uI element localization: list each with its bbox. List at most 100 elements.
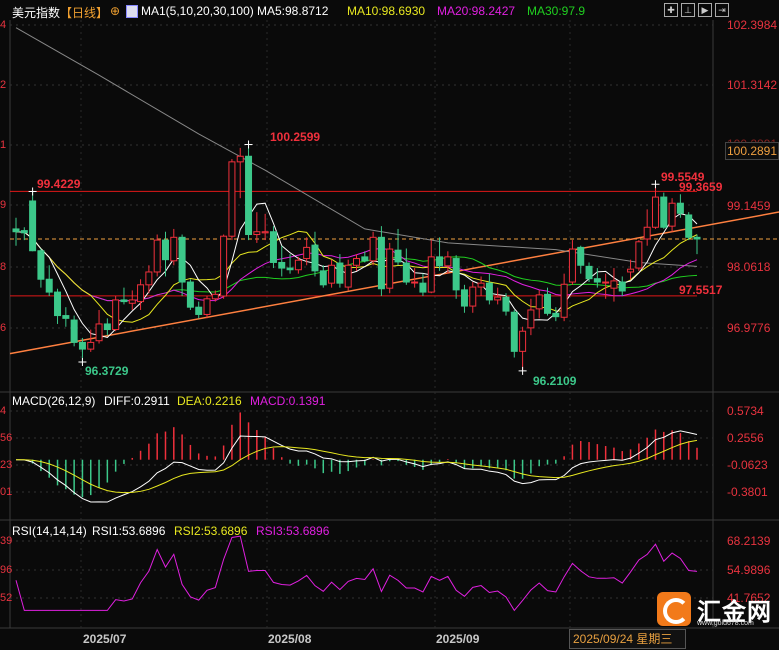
candle-down bbox=[676, 202, 684, 214]
candle-down bbox=[593, 278, 601, 283]
macd-dea: DEA:0.2216 bbox=[177, 394, 242, 408]
logo-icon bbox=[657, 592, 691, 626]
candle-down bbox=[685, 214, 693, 238]
candle-down bbox=[377, 236, 385, 290]
price-axis-label: 101.3142 bbox=[727, 78, 778, 92]
candle-up bbox=[444, 256, 452, 267]
candle-up bbox=[519, 330, 527, 352]
candle-down bbox=[361, 256, 369, 262]
candle-up bbox=[170, 236, 178, 262]
chart-canvas[interactable] bbox=[0, 0, 779, 650]
logo-url: www.gold678.com bbox=[697, 620, 754, 627]
candle-down bbox=[577, 246, 585, 266]
candle-up bbox=[95, 323, 103, 342]
candle-up bbox=[236, 155, 244, 163]
left-axis-fragment: 1 bbox=[0, 139, 7, 151]
candle-up bbox=[610, 280, 618, 289]
candle-down bbox=[178, 236, 186, 283]
ma100-line bbox=[15, 27, 698, 267]
rsi-line bbox=[15, 535, 698, 612]
candle-up bbox=[651, 196, 659, 228]
left-axis-fragment: 4 bbox=[0, 19, 7, 31]
level-annotation: 97.5517 bbox=[679, 283, 723, 297]
left-axis-fragment: 39 bbox=[0, 535, 13, 547]
candle-up bbox=[369, 236, 377, 262]
price-axis-label: 99.1459 bbox=[727, 199, 771, 213]
rsi-title: RSI(14,14,14) bbox=[12, 524, 87, 538]
date-axis-label: 2025/08 bbox=[268, 632, 312, 646]
candle-up bbox=[469, 286, 477, 307]
price-axis-label: 98.0618 bbox=[727, 260, 771, 274]
rsi1-value: RSI1:53.6896 bbox=[92, 524, 166, 538]
macd-axis-label: 0.2556 bbox=[727, 431, 764, 445]
candle-up bbox=[411, 281, 419, 284]
macd-axis-label: -0.0623 bbox=[727, 458, 768, 472]
left-axis-fragment: 52 bbox=[0, 592, 13, 604]
candle-down bbox=[319, 270, 327, 286]
candle-up bbox=[627, 268, 635, 273]
price-axis-label: 96.9776 bbox=[727, 321, 771, 335]
candle-up bbox=[112, 299, 120, 331]
candle-up bbox=[145, 271, 153, 286]
candle-up bbox=[527, 309, 535, 329]
candle-down bbox=[78, 341, 86, 350]
macd-value: MACD:0.1391 bbox=[250, 394, 326, 408]
candle-up bbox=[494, 296, 502, 301]
candle-down bbox=[245, 155, 253, 236]
candle-up bbox=[386, 248, 394, 289]
candle-down bbox=[311, 244, 319, 272]
left-axis-fragment: 4 bbox=[0, 405, 7, 417]
candle-up bbox=[477, 282, 485, 288]
macd-axis-label: -0.3801 bbox=[727, 485, 768, 499]
left-axis-fragment: 96 bbox=[0, 564, 13, 576]
candle-up bbox=[211, 293, 219, 300]
candle-down bbox=[544, 293, 552, 314]
candle-down bbox=[278, 261, 286, 269]
candle-down bbox=[37, 250, 45, 280]
level-annotation: 99.3659 bbox=[679, 180, 723, 194]
gold678-logo: 汇金网 www.gold678.com bbox=[657, 592, 779, 628]
candle-up bbox=[128, 299, 136, 304]
candle-down bbox=[402, 262, 410, 283]
candle-down bbox=[45, 278, 53, 293]
extreme-marker bbox=[244, 140, 253, 149]
candle-down bbox=[336, 262, 344, 284]
candle-down bbox=[62, 315, 70, 319]
candle-up bbox=[560, 283, 568, 318]
candle-up bbox=[253, 231, 261, 236]
left-axis-fragment: 23 bbox=[0, 459, 13, 471]
candle-down bbox=[161, 239, 169, 261]
candle-down bbox=[394, 249, 402, 263]
candle-down bbox=[54, 291, 62, 317]
candle-down bbox=[452, 258, 460, 291]
candle-down bbox=[103, 323, 111, 331]
left-axis-fragment: 56 bbox=[0, 432, 13, 444]
extreme-marker bbox=[651, 180, 660, 189]
left-axis-fragment: 8 bbox=[0, 261, 7, 273]
candle-up bbox=[303, 246, 311, 260]
cursor-date-label: 2025/09/24 星期三 bbox=[569, 629, 686, 649]
date-axis-label: 2025/07 bbox=[83, 632, 127, 646]
candle-down bbox=[269, 231, 277, 263]
candle-down bbox=[286, 267, 294, 271]
low-annotation: 96.3729 bbox=[85, 364, 129, 378]
candle-up bbox=[153, 239, 161, 273]
candle-up bbox=[344, 264, 352, 288]
candle-down bbox=[693, 236, 701, 240]
rsi-axis-label: 68.2139 bbox=[727, 534, 771, 548]
candle-up bbox=[137, 284, 145, 303]
candle-down bbox=[436, 256, 444, 267]
candle-up bbox=[568, 248, 576, 283]
rsi2-value: RSI2:53.6896 bbox=[174, 524, 248, 538]
rsi3-value: RSI3:53.6896 bbox=[256, 524, 330, 538]
left-axis-fragment: 9 bbox=[0, 199, 7, 211]
candle-up bbox=[668, 202, 676, 227]
left-axis-fragment: 6 bbox=[0, 322, 7, 334]
date-axis-label: 2025/09 bbox=[436, 632, 480, 646]
candle-up bbox=[635, 241, 643, 269]
candle-up bbox=[353, 258, 360, 266]
price-axis-label: 102.3984 bbox=[727, 18, 778, 32]
current-price-box: 100.2891 bbox=[725, 142, 779, 160]
candle-down bbox=[485, 282, 493, 301]
candle-down bbox=[186, 281, 194, 308]
